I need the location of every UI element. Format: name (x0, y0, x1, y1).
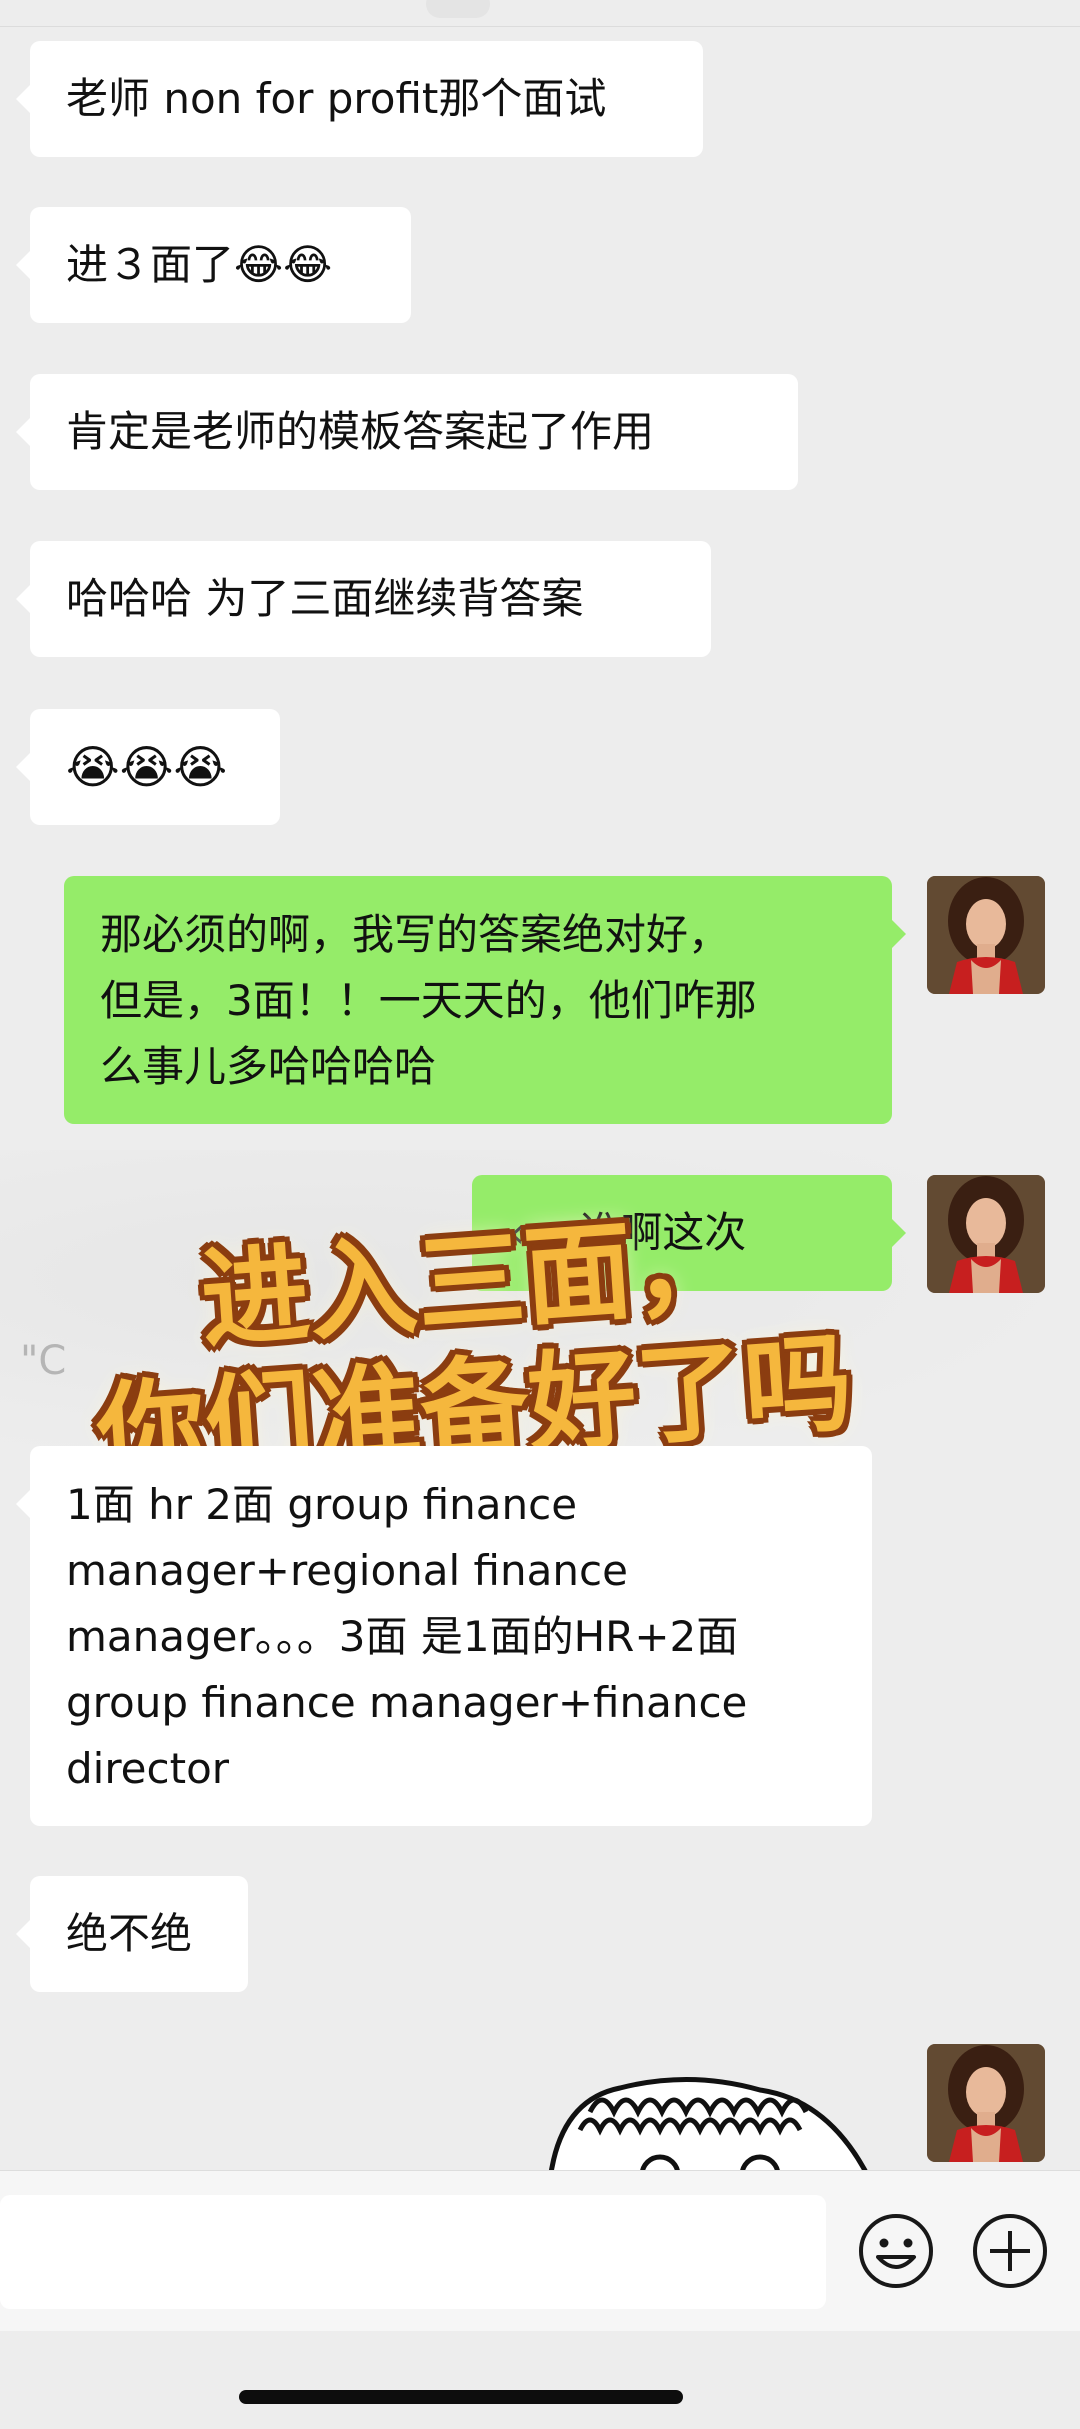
message-bubble-incoming[interactable]: 进３面了😂😂 (16, 207, 411, 323)
smile-icon (859, 2214, 933, 2288)
top-decoration (426, 0, 490, 18)
message-line: 但是，3面！！一天天的，他们咋那 (100, 976, 757, 1025)
emoji-button[interactable] (856, 2211, 936, 2291)
sticker-image[interactable] (540, 2070, 880, 2196)
divider (0, 26, 1080, 27)
message-input[interactable] (0, 2195, 826, 2309)
add-button[interactable] (970, 2211, 1050, 2291)
plus-icon (973, 2214, 1047, 2288)
message-line: director (66, 1744, 230, 1793)
message-bubble-incoming[interactable]: 1面 hr 2面 group finance manager+regional … (16, 1446, 872, 1826)
message-line: 那必须的啊，我写的答案绝对好， (100, 910, 731, 959)
message-bubble-incoming[interactable]: 老师 non for profit那个面试 (16, 41, 703, 157)
message-bubble-incoming[interactable]: 肯定是老师的模板答案起了作用 (16, 374, 798, 490)
message-text: 绝不绝 (66, 1909, 193, 1958)
message-line: manager。。。3面 是1面的HR+2面 (66, 1612, 739, 1661)
message-bubble-incoming[interactable]: 绝不绝 (16, 1876, 248, 1992)
avatar[interactable] (927, 2044, 1045, 2162)
message-bubble-incoming[interactable]: 😭😭😭 (16, 709, 280, 825)
avatar[interactable] (927, 1175, 1045, 1293)
faded-quote: "C (20, 1338, 67, 1384)
message-line: group finance manager+finance (66, 1678, 748, 1727)
message-text: 哈哈哈 为了三面继续背答案 (66, 574, 584, 623)
message-bubble-incoming[interactable]: 哈哈哈 为了三面继续背答案 (16, 541, 711, 657)
message-text: 进３面了😂😂 (66, 240, 333, 289)
message-text: 老师 non for profit那个面试 (66, 74, 607, 123)
home-indicator (239, 2390, 683, 2404)
message-text: 肯定是老师的模板答案起了作用 (66, 407, 655, 456)
avatar[interactable] (927, 876, 1045, 994)
message-text: 😭😭😭 (66, 740, 228, 794)
message-line: 么事儿多哈哈哈哈 (100, 1042, 437, 1091)
message-line: manager+regional finance (66, 1546, 628, 1595)
message-bubble-outgoing[interactable]: 那必须的啊，我写的答案绝对好， 但是，3面！！一天天的，他们咋那 么事儿多哈哈哈… (64, 876, 906, 1124)
message-line: 1面 hr 2面 group finance (66, 1480, 578, 1529)
input-bar (0, 2170, 1080, 2331)
